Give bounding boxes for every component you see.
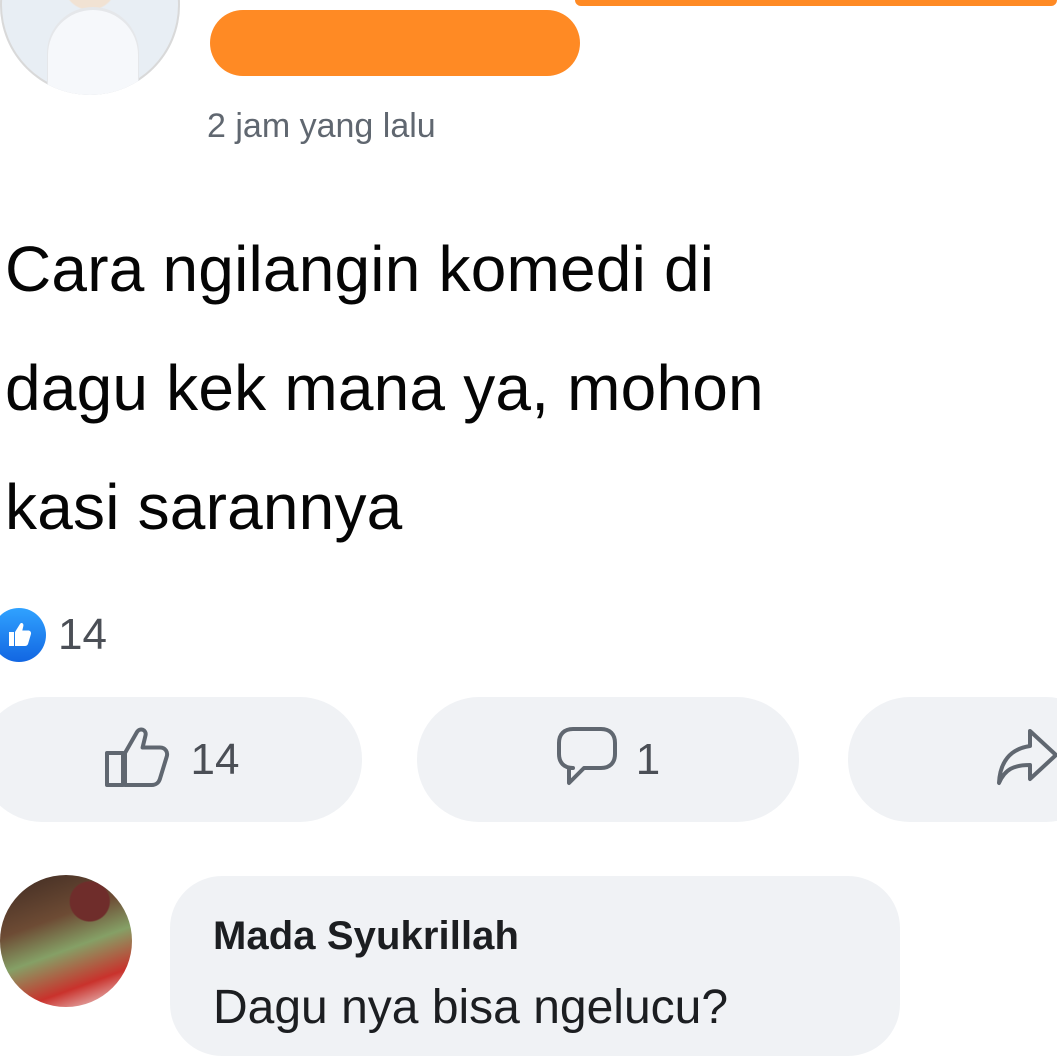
reaction-summary[interactable]: 14 (0, 605, 107, 665)
post-text: Cara ngilangin komedi di dagu kek mana y… (5, 233, 764, 543)
share-arrow-icon (996, 727, 1057, 792)
comment-text: Dagu nya bisa ngelucu? (213, 981, 729, 1034)
thumbs-up-icon (103, 725, 173, 794)
redaction-mark-top (575, 0, 1057, 6)
share-button[interactable] (848, 697, 1057, 822)
commenter-avatar[interactable] (0, 875, 132, 1007)
like-reaction-icon (0, 608, 46, 662)
comment-button[interactable]: 1 (417, 697, 799, 822)
author-avatar[interactable] (0, 0, 180, 95)
like-count: 14 (190, 734, 240, 784)
reaction-count: 14 (58, 610, 107, 659)
author-name-redaction (210, 10, 580, 76)
like-button[interactable]: 14 (0, 697, 362, 822)
comment-icon (556, 725, 618, 794)
post-timestamp[interactable]: 2 jam yang lalu (207, 107, 436, 146)
comment-count: 1 (635, 734, 661, 784)
commenter-name[interactable]: Mada Syukrillah (213, 914, 519, 959)
